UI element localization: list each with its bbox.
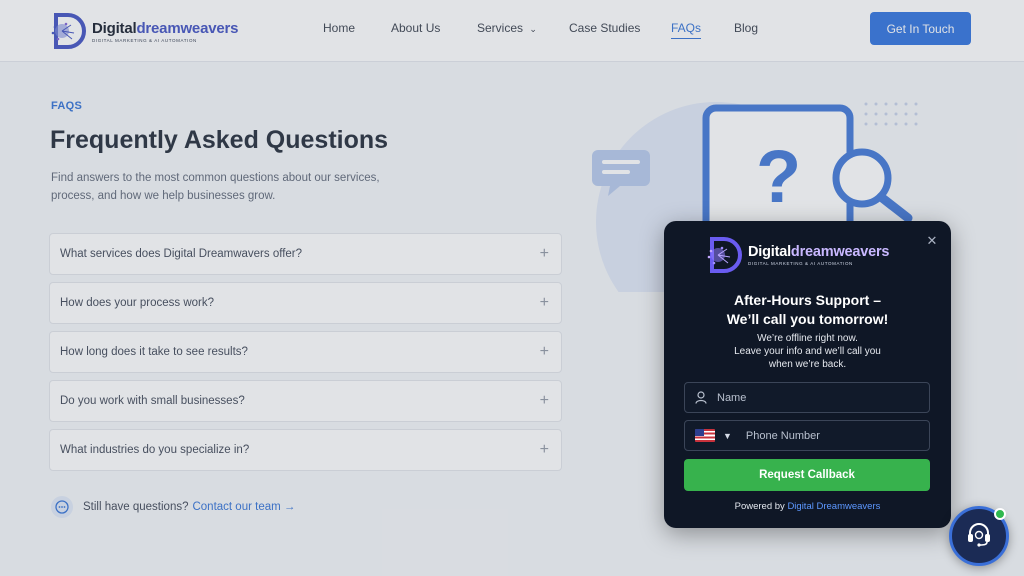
phone-field[interactable]: ▼ Phone Number — [684, 420, 930, 451]
close-icon[interactable]: ✕ — [925, 234, 939, 248]
phone-placeholder: Phone Number — [745, 429, 820, 442]
logo-mark-icon — [702, 233, 746, 277]
chevron-down-icon[interactable]: ▼ — [723, 431, 732, 441]
logo-name: Digitaldreamweavers — [748, 244, 890, 260]
headset-icon — [965, 520, 993, 553]
callback-widget: ✕ Digitaldreamweavers DIGITAL MARKETING … — [664, 221, 951, 528]
us-flag-icon[interactable] — [695, 429, 715, 442]
widget-logo: Digitaldreamweavers DIGITAL MARKETING & … — [702, 233, 889, 277]
powered-by-link[interactable]: Digital Dreamweavers — [787, 501, 880, 512]
name-field[interactable]: Name — [684, 382, 930, 413]
name-placeholder: Name — [717, 391, 747, 404]
user-icon — [685, 391, 717, 404]
request-callback-button[interactable]: Request Callback — [684, 459, 930, 491]
widget-description: We’re offline right now. Leave your info… — [734, 333, 881, 370]
widget-title: After-Hours Support – We’ll call you tom… — [726, 292, 889, 327]
logo-tagline: DIGITAL MARKETING & AI AUTOMATION — [748, 261, 853, 266]
online-status-dot — [994, 508, 1006, 520]
powered-by: Powered by Digital Dreamweavers — [734, 501, 881, 512]
